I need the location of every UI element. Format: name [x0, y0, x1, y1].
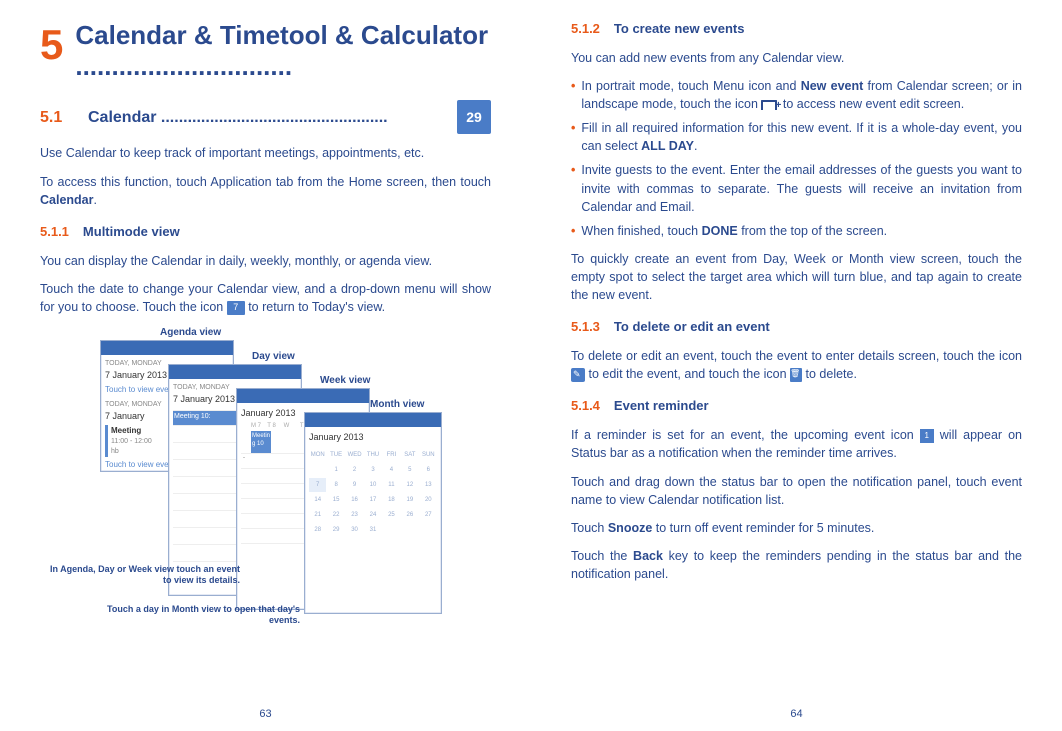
- bullet-icon: •: [571, 77, 575, 113]
- preview-month: January 2013: [309, 431, 437, 444]
- chapter-number: 5: [40, 24, 63, 66]
- text: .: [694, 139, 697, 153]
- bullet-item: • When finished, touch DONE from the top…: [571, 222, 1022, 240]
- text: Touch the: [571, 549, 633, 563]
- text: To delete or edit an event, touch the ev…: [571, 349, 1022, 363]
- text: Touch: [571, 521, 608, 535]
- text: to edit the event, and touch the icon: [588, 367, 790, 381]
- bullet-icon: •: [571, 119, 575, 155]
- calendar-app-icon: 29: [457, 100, 491, 134]
- section-title: Calendar ...............................…: [88, 106, 451, 129]
- bullet-item: • Invite guests to the event. Enter the …: [571, 161, 1022, 215]
- text: In portrait mode, touch Menu icon and: [581, 79, 800, 93]
- text: to access new event edit screen.: [779, 97, 964, 111]
- preview-top-bar: [169, 365, 301, 379]
- today-icon: 7: [227, 301, 245, 315]
- page-number: 64: [790, 707, 802, 723]
- new-event-icon: [761, 98, 779, 112]
- bullet-item: • Fill in all required information for t…: [571, 119, 1022, 155]
- figure-note-agenda: In Agenda, Day or Week view touch an eve…: [40, 564, 240, 586]
- subsection-number: 5.1.1: [40, 223, 69, 242]
- subsection-title: Event reminder: [614, 397, 709, 416]
- paragraph: Touch Snooze to turn off event reminder …: [571, 519, 1022, 537]
- subsection-5-1-4: 5.1.4 Event reminder: [571, 397, 1022, 416]
- subsection-title: To delete or edit an event: [614, 318, 770, 337]
- paragraph: Touch and drag down the status bar to op…: [571, 473, 1022, 509]
- subsection-title: Multimode view: [83, 223, 180, 242]
- text: If a reminder is set for an event, the u…: [571, 428, 920, 442]
- right-page: 5.1.2 To create new events You can add n…: [531, 0, 1062, 731]
- left-page: 5 Calendar & Timetool & Calculator .....…: [0, 0, 531, 731]
- paragraph: Use Calendar to keep track of important …: [40, 144, 491, 162]
- text: To access this function, touch Applicati…: [40, 175, 491, 189]
- page-number: 63: [259, 707, 271, 723]
- text: Invite guests to the event. Enter the em…: [581, 161, 1022, 215]
- figure-label-month: Month view: [370, 398, 424, 413]
- bold-text: ALL DAY: [641, 139, 694, 153]
- text: to return to Today's view.: [248, 300, 385, 314]
- paragraph: To delete or edit an event, touch the ev…: [571, 347, 1022, 383]
- preview-top-bar: [101, 341, 233, 355]
- bullet-icon: •: [571, 161, 575, 215]
- paragraph: If a reminder is set for an event, the u…: [571, 426, 1022, 462]
- reminder-icon: 1: [920, 429, 934, 443]
- edit-icon: [571, 368, 585, 382]
- paragraph: Touch the Back key to keep the reminders…: [571, 547, 1022, 583]
- text: .: [94, 193, 97, 207]
- text: When finished, touch: [581, 224, 701, 238]
- subsection-number: 5.1.4: [571, 397, 600, 416]
- paragraph: To access this function, touch Applicati…: [40, 173, 491, 209]
- chapter-heading: 5 Calendar & Timetool & Calculator .....…: [40, 20, 491, 82]
- subsection-5-1-1: 5.1.1 Multimode view: [40, 223, 491, 242]
- figure-label-week: Week view: [320, 374, 370, 389]
- bold-text: DONE: [702, 224, 738, 238]
- bullet-icon: •: [571, 222, 575, 240]
- bullet-item: • In portrait mode, touch Menu icon and …: [571, 77, 1022, 113]
- section-number: 5.1: [40, 106, 88, 129]
- paragraph: To quickly create an event from Day, Wee…: [571, 250, 1022, 304]
- text: to turn off event reminder for 5 minutes…: [652, 521, 874, 535]
- preview-top-bar: [305, 413, 441, 427]
- month-view-preview: January 2013 MONTUEWEDTHUFRISATSUN 12345…: [304, 412, 442, 614]
- subsection-title: To create new events: [614, 20, 745, 39]
- bold-text: Back: [633, 549, 663, 563]
- text: from the top of the screen.: [738, 224, 887, 238]
- paragraph: Touch the date to change your Calendar v…: [40, 280, 491, 316]
- preview-top-bar: [237, 389, 369, 403]
- delete-icon: [790, 368, 802, 382]
- text: to delete.: [806, 367, 857, 381]
- subsection-number: 5.1.2: [571, 20, 600, 39]
- chapter-title: Calendar & Timetool & Calculator .......…: [75, 20, 491, 82]
- subsection-5-1-2: 5.1.2 To create new events: [571, 20, 1022, 39]
- section-5-1: 5.1 Calendar ...........................…: [40, 100, 491, 134]
- figure-label-day: Day view: [252, 350, 295, 365]
- paragraph: You can display the Calendar in daily, w…: [40, 252, 491, 270]
- subsection-5-1-3: 5.1.3 To delete or edit an event: [571, 318, 1022, 337]
- bold-text: New event: [801, 79, 864, 93]
- paragraph: You can add new events from any Calendar…: [571, 49, 1022, 67]
- subsection-number: 5.1.3: [571, 318, 600, 337]
- bold-text: Calendar: [40, 193, 94, 207]
- figure-label-agenda: Agenda view: [160, 326, 221, 341]
- figure-note-month: Touch a day in Month view to open that d…: [100, 604, 300, 626]
- multimode-figure: Agenda view Day view Week view Month vie…: [40, 326, 491, 636]
- bold-text: Snooze: [608, 521, 652, 535]
